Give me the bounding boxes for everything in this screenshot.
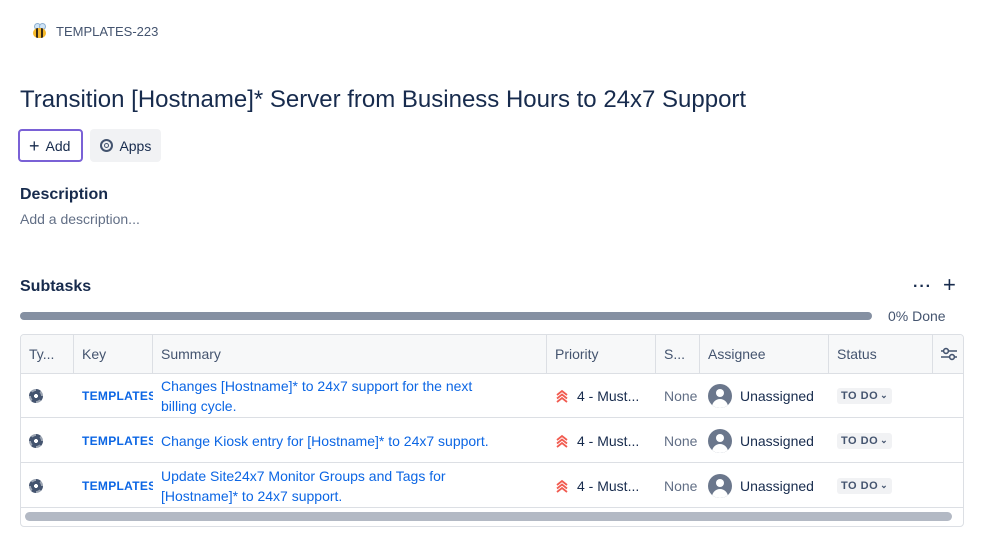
assignee-cell[interactable]: Unassigned bbox=[700, 374, 829, 417]
bee-icon bbox=[30, 22, 48, 40]
story-points-value: None bbox=[664, 387, 698, 404]
assignee-name: Unassigned bbox=[740, 432, 814, 449]
summary-link[interactable]: Change Kiosk entry for [Hostname]* to 24… bbox=[161, 431, 529, 451]
column-config-button[interactable] bbox=[933, 335, 963, 373]
story-points-value: None bbox=[664, 432, 698, 449]
summary-link[interactable]: Changes [Hostname]* to 24x7 support for … bbox=[161, 376, 547, 416]
column-header-type[interactable]: Ty... bbox=[21, 335, 74, 373]
status-dropdown[interactable]: TO DO ⌄ bbox=[837, 477, 893, 494]
column-header-key[interactable]: Key bbox=[74, 335, 153, 373]
avatar bbox=[708, 383, 732, 408]
add-subtask-button[interactable]: + bbox=[943, 274, 956, 296]
apps-button[interactable]: Apps bbox=[90, 129, 162, 162]
priority-arrows-icon bbox=[556, 434, 568, 448]
chevron-down-icon: ⌄ bbox=[880, 435, 889, 445]
status-label: TO DO bbox=[841, 389, 879, 402]
subtask-icon bbox=[29, 433, 43, 448]
add-button[interactable]: + Add bbox=[18, 129, 84, 162]
assignee-name: Unassigned bbox=[740, 387, 814, 404]
breadcrumb: TEMPLATES-223 bbox=[30, 22, 158, 40]
add-button-label: Add bbox=[45, 137, 71, 154]
chevron-down-icon: ⌄ bbox=[880, 390, 889, 400]
page-title[interactable]: Transition [Hostname]* Server from Busin… bbox=[20, 86, 746, 114]
description-heading: Description bbox=[20, 186, 109, 203]
description-field[interactable]: Add a description... bbox=[20, 211, 140, 227]
column-header-priority[interactable]: Priority bbox=[547, 335, 656, 373]
priority-arrows-icon bbox=[556, 479, 568, 493]
avatar bbox=[708, 428, 732, 453]
assignee-cell[interactable]: Unassigned bbox=[700, 464, 829, 507]
apps-icon bbox=[100, 139, 114, 152]
column-header-status[interactable]: Status bbox=[829, 335, 933, 373]
priority-arrows-icon bbox=[556, 389, 568, 403]
column-header-summary[interactable]: Summary bbox=[153, 335, 547, 373]
priority-label: 4 - Must... bbox=[577, 387, 640, 404]
assignee-cell[interactable]: Unassigned bbox=[700, 419, 829, 462]
subtask-icon bbox=[29, 478, 43, 493]
summary-link[interactable]: Update Site24x7 Monitor Groups and Tags … bbox=[161, 466, 547, 506]
breadcrumb-issue-key[interactable]: TEMPLATES-223 bbox=[56, 24, 158, 39]
table-row[interactable]: TEMPLATES Update Site24x7 Monitor Groups… bbox=[21, 464, 963, 508]
column-header-assignee[interactable]: Assignee bbox=[700, 335, 829, 373]
horizontal-scrollbar[interactable] bbox=[25, 512, 952, 521]
status-dropdown[interactable]: TO DO ⌄ bbox=[837, 432, 893, 449]
priority-cell[interactable]: 4 - Must... bbox=[547, 419, 656, 462]
priority-label: 4 - Must... bbox=[577, 432, 640, 449]
apps-button-label: Apps bbox=[119, 137, 152, 154]
issue-key-link[interactable]: TEMPLATES bbox=[82, 479, 153, 493]
subtasks-heading: Subtasks bbox=[20, 278, 92, 295]
subtask-icon bbox=[29, 388, 43, 403]
issue-key-link[interactable]: TEMPLATES bbox=[82, 389, 153, 403]
table-row[interactable]: TEMPLATES Changes [Hostname]* to 24x7 su… bbox=[21, 374, 963, 418]
more-actions-button[interactable]: ··· bbox=[913, 278, 932, 296]
priority-label: 4 - Must... bbox=[577, 477, 640, 494]
story-points-value: None bbox=[664, 477, 698, 494]
progress-bar bbox=[20, 312, 872, 320]
priority-cell[interactable]: 4 - Must... bbox=[547, 374, 656, 417]
avatar bbox=[708, 473, 732, 498]
status-label: TO DO bbox=[841, 479, 879, 492]
table-header: Ty... Key Summary Priority S... Assignee… bbox=[21, 335, 963, 374]
chevron-down-icon: ⌄ bbox=[880, 480, 889, 490]
status-label: TO DO bbox=[841, 434, 879, 447]
subtasks-table: Ty... Key Summary Priority S... Assignee… bbox=[20, 334, 964, 527]
priority-cell[interactable]: 4 - Must... bbox=[547, 464, 656, 507]
issue-key-link[interactable]: TEMPLATES bbox=[82, 434, 153, 448]
column-header-story-points[interactable]: S... bbox=[656, 335, 700, 373]
plus-icon: + bbox=[29, 135, 40, 156]
assignee-name: Unassigned bbox=[740, 477, 814, 494]
action-bar: + Add Apps bbox=[18, 129, 162, 162]
table-row[interactable]: TEMPLATES Change Kiosk entry for [Hostna… bbox=[21, 419, 963, 463]
column-config-icon bbox=[941, 347, 957, 361]
progress-text: 0% Done bbox=[888, 308, 946, 324]
status-dropdown[interactable]: TO DO ⌄ bbox=[837, 387, 893, 404]
